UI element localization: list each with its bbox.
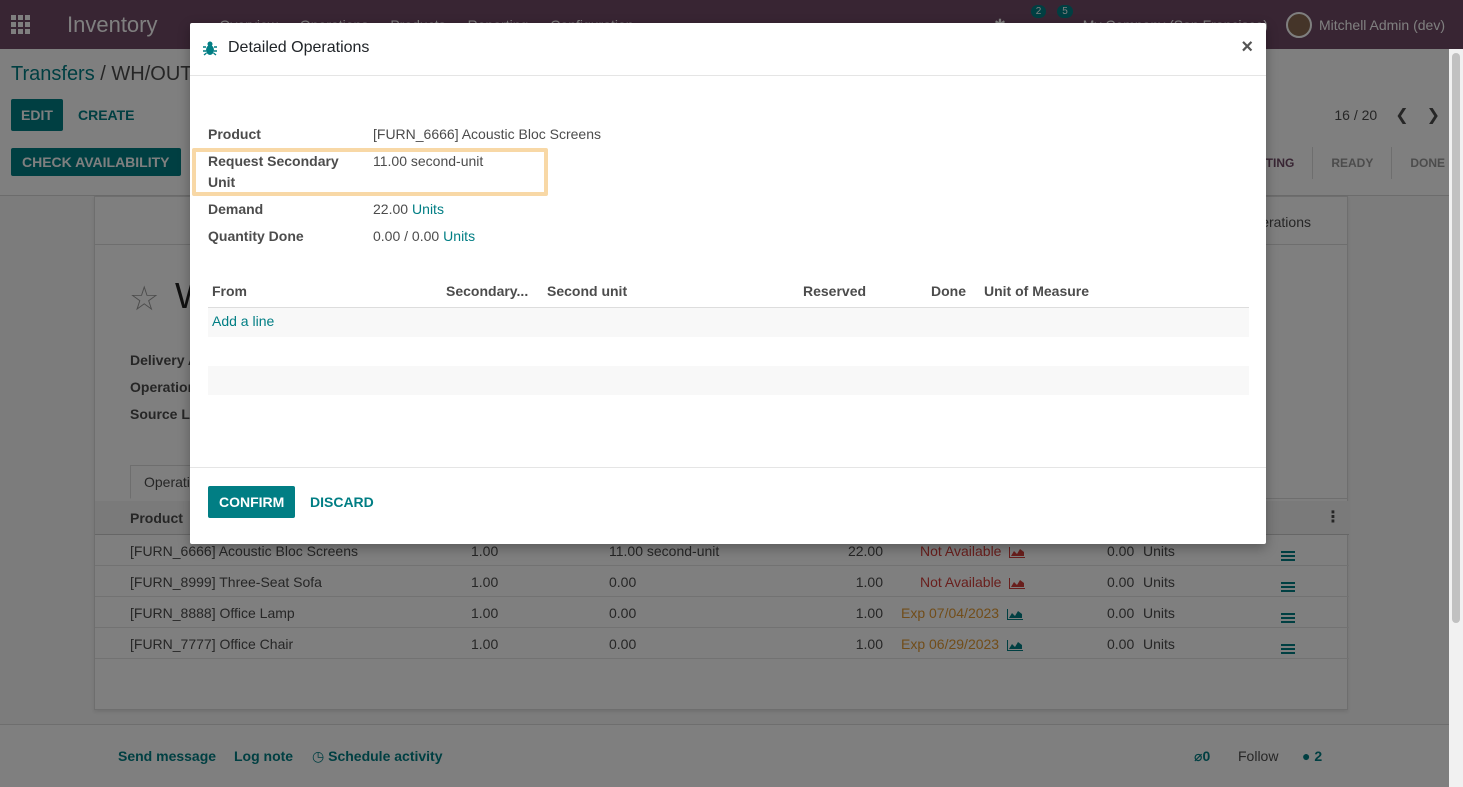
demand-label: Demand <box>208 201 264 217</box>
close-icon[interactable]: × <box>1241 36 1253 59</box>
qty-done-separator: / <box>404 228 409 244</box>
list-item <box>208 366 1249 395</box>
col-reserved[interactable]: Reserved <box>803 283 866 299</box>
label-line-1: Request Secondary <box>208 153 339 169</box>
detailed-operations-dialog: Detailed Operations × Product [FURN_6666… <box>190 23 1266 544</box>
demand-uom-link[interactable]: Units <box>412 201 444 217</box>
move-lines-table-header: From Secondary... Second unit Reserved D… <box>208 278 1249 308</box>
dialog-title: Detailed Operations <box>228 39 370 56</box>
col-secondary[interactable]: Secondary... <box>446 283 528 299</box>
col-from[interactable]: From <box>212 283 247 299</box>
col-unit-of-measure[interactable]: Unit of Measure <box>984 283 1089 299</box>
col-second-unit[interactable]: Second unit <box>547 283 627 299</box>
add-a-line-link[interactable]: Add a line <box>212 313 274 329</box>
label-line-2: Unit <box>208 174 236 190</box>
product-link[interactable]: [FURN_6666] Acoustic Bloc Screens <box>373 124 601 145</box>
dialog-footer: CONFIRM DISCARD <box>190 467 1266 544</box>
request-secondary-unit-value: 11.00 second-unit <box>373 153 484 169</box>
confirm-button[interactable]: CONFIRM <box>208 486 296 518</box>
quantity-done-value: 0.00 / 0.00 Units <box>373 226 475 247</box>
discard-button[interactable]: DISCARD <box>300 486 384 518</box>
col-done[interactable]: Done <box>931 283 966 299</box>
qty-done-number: 0.00 <box>373 228 401 244</box>
product-label: Product <box>208 126 261 142</box>
dialog-header: Detailed Operations × <box>190 23 1266 76</box>
bug-icon <box>203 41 217 56</box>
quantity-done-label: Quantity Done <box>208 228 304 244</box>
demand-value: 22.00 Units <box>373 199 444 220</box>
qty-done-total: 0.00 <box>411 228 440 244</box>
demand-number: 22.00 <box>373 201 409 217</box>
request-secondary-unit-label: Request Secondary Unit <box>208 151 339 193</box>
add-line-row: Add a line <box>208 308 1249 337</box>
qty-done-uom-link[interactable]: Units <box>443 228 475 244</box>
scrollbar-thumb[interactable] <box>1452 53 1460 623</box>
page-scrollbar[interactable] <box>1449 49 1463 787</box>
